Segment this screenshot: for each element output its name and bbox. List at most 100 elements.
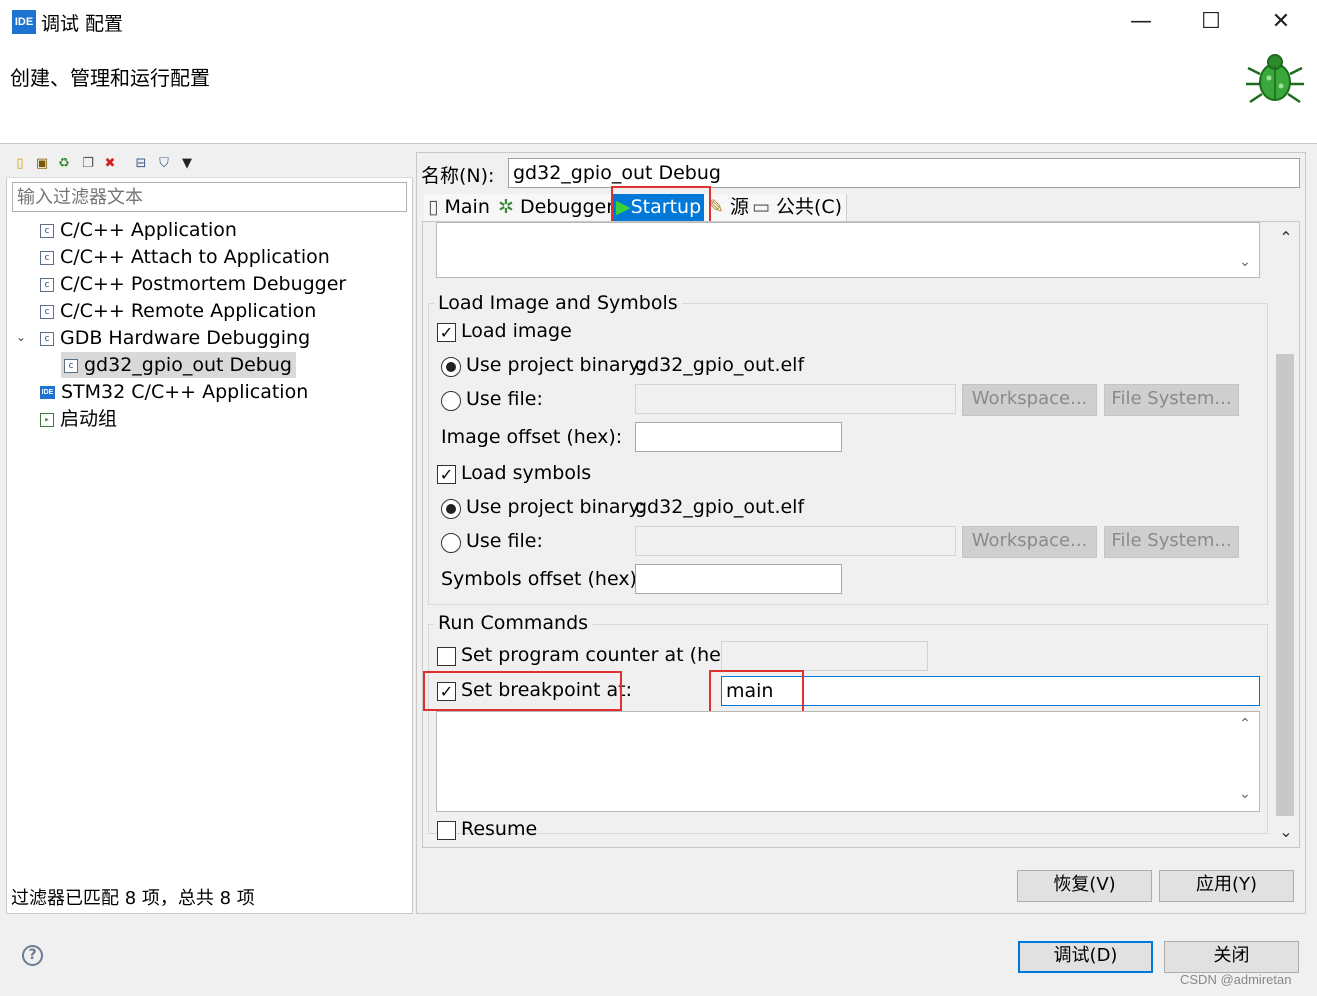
tree-item-label: C/C++ Remote Application bbox=[60, 300, 317, 322]
apply-button[interactable]: 应用(Y) bbox=[1159, 870, 1294, 902]
run-commands-textarea[interactable] bbox=[436, 711, 1260, 812]
use-file-label: Use file: bbox=[466, 388, 543, 410]
use-file-radio[interactable] bbox=[441, 391, 461, 411]
revert-button[interactable]: 恢复(V) bbox=[1017, 870, 1152, 902]
set-pc-label: Set program counter at (hex): bbox=[461, 644, 746, 666]
c-config-icon: c bbox=[40, 250, 54, 265]
source-icon: ✎ bbox=[708, 196, 730, 218]
chevron-down-icon[interactable]: ⌄ bbox=[1234, 786, 1256, 802]
new-prototype-icon[interactable]: ▣ bbox=[34, 156, 50, 172]
ide-icon: IDE bbox=[40, 386, 55, 399]
c-config-icon: c bbox=[40, 331, 54, 346]
chevron-up-icon[interactable]: ⌃ bbox=[1234, 716, 1256, 732]
maximize-button[interactable]: ☐ bbox=[1176, 0, 1246, 44]
load-symbols-checkbox[interactable]: ✓ bbox=[437, 465, 456, 484]
chevron-down-icon[interactable]: ⌄ bbox=[1234, 254, 1256, 270]
tree-item-label: GDB Hardware Debugging bbox=[60, 327, 311, 349]
load-image-checkbox[interactable]: ✓ bbox=[437, 323, 456, 342]
help-icon[interactable]: ? bbox=[22, 945, 43, 966]
symbols-offset-input[interactable] bbox=[635, 564, 842, 594]
name-label: 名称(N): bbox=[421, 165, 495, 187]
view-menu-icon[interactable]: ▼ bbox=[179, 156, 195, 172]
image-file-input[interactable] bbox=[635, 384, 956, 414]
tab-label: Debugger bbox=[519, 196, 615, 218]
resume-checkbox[interactable] bbox=[437, 821, 456, 840]
collapse-all-icon[interactable]: ⊟ bbox=[133, 156, 149, 172]
symbols-binary-value: gd32_gpio_out.elf bbox=[635, 496, 805, 518]
symbols-use-file-radio[interactable] bbox=[441, 533, 461, 553]
tree-item-label: gd32_gpio_out Debug bbox=[84, 354, 292, 376]
name-input[interactable] bbox=[508, 158, 1300, 188]
image-file-system-button[interactable]: File System... bbox=[1104, 384, 1239, 416]
export-icon[interactable]: ♻ bbox=[56, 156, 72, 172]
load-symbols-label: Load symbols bbox=[461, 462, 592, 484]
tree-item-gdb-hardware[interactable]: c GDB Hardware Debugging bbox=[40, 325, 310, 351]
tree-item-label: C/C++ Application bbox=[60, 219, 237, 241]
tab-label: Main bbox=[444, 196, 490, 218]
use-project-binary-radio[interactable] bbox=[441, 357, 461, 377]
page-icon: ▯ bbox=[428, 196, 445, 218]
filter-status: 过滤器已匹配 8 项，总共 8 项 bbox=[11, 888, 255, 909]
tree-item-cpp-attach[interactable]: c C/C++ Attach to Application bbox=[40, 244, 330, 270]
c-config-icon: c bbox=[40, 304, 54, 319]
tree-item-cpp-remote[interactable]: c C/C++ Remote Application bbox=[40, 298, 316, 324]
tree-item-cpp-postmortem[interactable]: c C/C++ Postmortem Debugger bbox=[40, 271, 346, 297]
c-config-icon: c bbox=[40, 277, 54, 292]
minimize-button[interactable]: — bbox=[1106, 0, 1176, 44]
debug-button[interactable]: 调试(D) bbox=[1018, 941, 1153, 973]
tab-label: 公共(C) bbox=[776, 196, 843, 218]
image-offset-input[interactable] bbox=[635, 422, 842, 452]
set-pc-checkbox[interactable] bbox=[437, 647, 456, 666]
symbols-use-project-binary-radio[interactable] bbox=[441, 499, 461, 519]
load-image-label: Load image bbox=[461, 320, 572, 342]
delete-icon[interactable]: ✖ bbox=[102, 156, 118, 172]
symbols-use-project-binary-label: Use project binary: bbox=[466, 496, 645, 518]
tree-item-label: C/C++ Postmortem Debugger bbox=[60, 273, 347, 295]
filter-icon[interactable]: ⛉ bbox=[156, 156, 172, 172]
filter-input[interactable] bbox=[12, 182, 407, 212]
launch-group-icon: ▸ bbox=[40, 412, 54, 427]
chevron-down-icon[interactable]: ⌄ bbox=[16, 330, 26, 344]
c-config-icon: c bbox=[64, 358, 78, 373]
resume-label: Resume bbox=[461, 818, 538, 840]
tab-debugger[interactable]: ✲ Debugger bbox=[494, 194, 620, 222]
scrollbar-thumb[interactable] bbox=[1276, 354, 1294, 816]
tree-item-stm32[interactable]: IDE STM32 C/C++ Application bbox=[40, 379, 308, 405]
common-icon: ▭ bbox=[752, 196, 776, 218]
page-title: 创建、管理和运行配置 bbox=[10, 66, 210, 90]
set-pc-input[interactable] bbox=[721, 641, 928, 671]
scroll-down-icon[interactable]: ⌄ bbox=[1275, 822, 1297, 841]
app-icon: IDE bbox=[12, 10, 36, 34]
symbols-file-input[interactable] bbox=[635, 526, 956, 556]
tree-item-label: C/C++ Attach to Application bbox=[60, 246, 330, 268]
symbols-workspace-button[interactable]: Workspace... bbox=[962, 526, 1097, 558]
tree-item-cpp-application[interactable]: c C/C++ Application bbox=[40, 217, 237, 243]
close-button[interactable]: 关闭 bbox=[1164, 941, 1299, 973]
window-title: 调试 配置 bbox=[41, 13, 124, 35]
watermark: CSDN @admiretan bbox=[1180, 972, 1292, 987]
duplicate-icon[interactable]: ❐ bbox=[80, 156, 96, 172]
tab-main[interactable]: ▯ Main bbox=[424, 194, 495, 222]
header-banner bbox=[0, 44, 1317, 144]
load-image-group bbox=[428, 303, 1268, 605]
tree-item-gd32-debug[interactable]: c gd32_gpio_out Debug bbox=[61, 352, 296, 378]
group-title: Load Image and Symbols bbox=[434, 292, 682, 314]
scroll-up-icon[interactable]: ⌃ bbox=[1275, 228, 1297, 247]
project-binary-value: gd32_gpio_out.elf bbox=[635, 354, 805, 376]
tree-item-launch-group[interactable]: ▸ 启动组 bbox=[40, 406, 117, 432]
new-config-icon[interactable]: ▯ bbox=[12, 156, 28, 172]
symbols-use-file-label: Use file: bbox=[466, 530, 543, 552]
symbols-file-system-button[interactable]: File System... bbox=[1104, 526, 1239, 558]
close-window-button[interactable]: ✕ bbox=[1246, 0, 1316, 44]
use-project-binary-label: Use project binary: bbox=[466, 354, 645, 376]
tree-item-label: 启动组 bbox=[60, 408, 118, 430]
symbols-offset-label: Symbols offset (hex): bbox=[441, 568, 644, 590]
tab-source[interactable]: ✎ 源 bbox=[704, 194, 754, 222]
init-commands-textarea[interactable] bbox=[436, 222, 1260, 278]
debug-bug-icon bbox=[1246, 54, 1304, 104]
tab-label: 源 bbox=[729, 196, 749, 218]
tab-common[interactable]: ▭ 公共(C) bbox=[748, 194, 848, 222]
debugger-bug-icon: ✲ bbox=[498, 196, 520, 218]
image-workspace-button[interactable]: Workspace... bbox=[962, 384, 1097, 416]
tree-item-label: STM32 C/C++ Application bbox=[61, 381, 309, 403]
